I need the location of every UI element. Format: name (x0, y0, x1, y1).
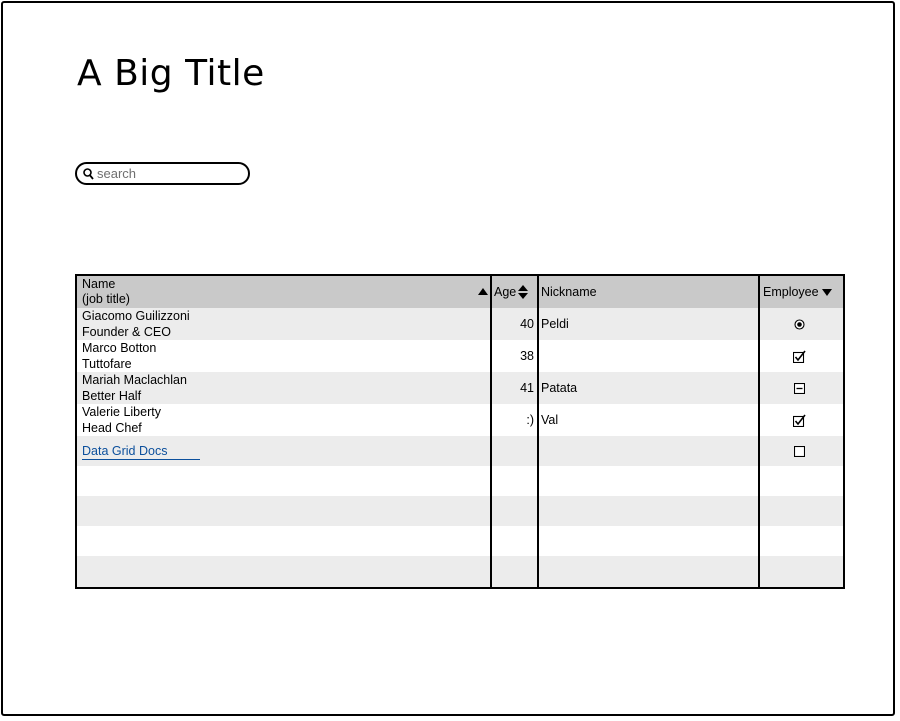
empty-row (77, 466, 843, 496)
sort-both-icon (518, 285, 529, 299)
column-header-name-label: Name (82, 277, 116, 291)
grid-header: Name (job title) Age Nickname Employee (77, 276, 843, 308)
search-icon (83, 167, 94, 180)
table-row: Data Grid Docs (77, 436, 843, 466)
employee-title: Head Chef (82, 420, 142, 435)
employee-cell (760, 340, 843, 372)
age-cell: 40 (520, 317, 534, 331)
search-input[interactable] (94, 166, 237, 181)
column-divider[interactable] (490, 276, 492, 587)
nickname-cell (539, 340, 758, 372)
name-cell: Mariah Maclachlan Better Half (77, 372, 490, 404)
checkbox-unchecked-icon[interactable] (794, 445, 805, 457)
column-header-employee-label: Employee (763, 285, 819, 299)
sort-ascending-icon (478, 288, 488, 295)
employee-name: Giacomo Guilizzoni (82, 309, 190, 323)
name-cell: Data Grid Docs (77, 436, 490, 466)
age-cell: 38 (520, 349, 534, 363)
checkbox-checked-icon[interactable] (793, 414, 806, 427)
nickname-cell: Patata (541, 381, 578, 395)
nickname-cell: Val (541, 413, 559, 427)
employee-title: Founder & CEO (82, 324, 171, 339)
column-header-name[interactable]: Name (job title) (77, 276, 490, 308)
column-divider[interactable] (537, 276, 539, 587)
page-title: A Big Title (77, 53, 265, 94)
column-header-age-label: Age (494, 285, 517, 299)
search-box[interactable] (75, 162, 250, 185)
employee-cell (760, 436, 843, 466)
empty-row (77, 496, 843, 526)
table-row[interactable]: Marco Botton Tuttofare 38 (77, 340, 843, 372)
name-cell: Marco Botton Tuttofare (77, 340, 490, 372)
employee-name: Valerie Liberty (82, 405, 161, 419)
table-row[interactable]: Giacomo Guilizzoni Founder & CEO 40 Peld… (77, 308, 843, 340)
table-row[interactable]: Mariah Maclachlan Better Half 41 Patata (77, 372, 843, 404)
name-cell: Giacomo Guilizzoni Founder & CEO (77, 308, 490, 340)
empty-row (77, 556, 843, 587)
name-cell: Valerie Liberty Head Chef (77, 404, 490, 436)
empty-row (77, 526, 843, 556)
employee-name: Mariah Maclachlan (82, 373, 187, 387)
employee-cell (760, 372, 843, 404)
employee-cell (760, 404, 843, 436)
dropdown-arrow-icon (821, 288, 832, 296)
employee-title: Better Half (82, 388, 142, 403)
data-grid-docs-link[interactable]: Data Grid Docs (82, 443, 200, 460)
column-header-name-sublabel: (job title) (82, 292, 130, 306)
radio-selected-icon[interactable] (794, 318, 805, 330)
employee-cell (760, 308, 843, 340)
data-grid: Name (job title) Age Nickname Employee G… (75, 274, 845, 589)
employee-title: Tuttofare (82, 356, 132, 371)
checkbox-checked-icon[interactable] (793, 350, 806, 363)
checkbox-indeterminate-icon[interactable] (794, 382, 805, 394)
column-header-age[interactable]: Age (492, 276, 537, 308)
column-header-employee[interactable]: Employee (760, 276, 843, 308)
column-divider[interactable] (758, 276, 760, 587)
employee-name: Marco Botton (82, 341, 157, 355)
column-header-nickname-label: Nickname (541, 285, 597, 299)
age-cell: 41 (520, 381, 534, 395)
age-cell: :) (526, 413, 534, 427)
nickname-cell: Peldi (541, 317, 569, 331)
column-header-nickname[interactable]: Nickname (539, 276, 758, 308)
table-row[interactable]: Valerie Liberty Head Chef :) Val (77, 404, 843, 436)
